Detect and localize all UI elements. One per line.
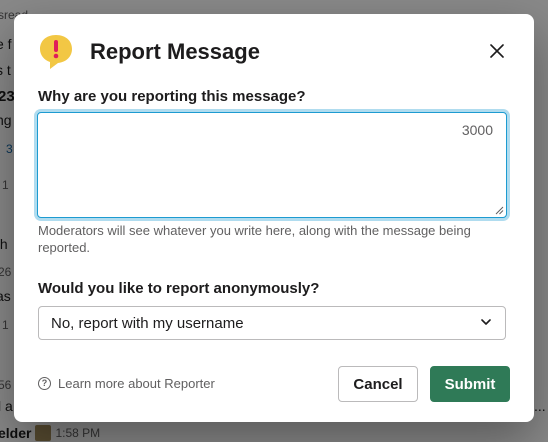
learn-more-link[interactable]: ? Learn more about Reporter xyxy=(38,376,215,391)
reason-textarea[interactable] xyxy=(37,112,507,218)
anonymity-select[interactable]: No, report with my username xyxy=(38,306,506,340)
helper-text: Moderators will see whatever you write h… xyxy=(38,223,471,255)
cancel-button[interactable]: Cancel xyxy=(338,366,418,402)
learn-more-label: Learn more about Reporter xyxy=(58,376,215,391)
reason-label: Why are you reporting this message? xyxy=(38,88,306,105)
help-circle-icon: ? xyxy=(38,377,51,390)
dialog-title: Report Message xyxy=(90,39,260,64)
close-button[interactable] xyxy=(484,38,510,64)
submit-button[interactable]: Submit xyxy=(430,366,510,402)
select-value: No, report with my username xyxy=(51,314,244,332)
report-message-dialog: Report Message Why are you reporting thi… xyxy=(14,14,534,422)
resize-handle-icon[interactable] xyxy=(495,206,504,215)
reason-field-container: 3000 xyxy=(37,112,507,218)
dialog-header: Report Message xyxy=(38,32,510,72)
close-icon xyxy=(490,44,504,58)
chevron-down-icon xyxy=(481,319,491,325)
report-speech-bubble-icon xyxy=(38,33,74,71)
character-limit: 3000 xyxy=(461,122,493,138)
anonymous-label: Would you like to report anonymously? xyxy=(38,280,320,297)
